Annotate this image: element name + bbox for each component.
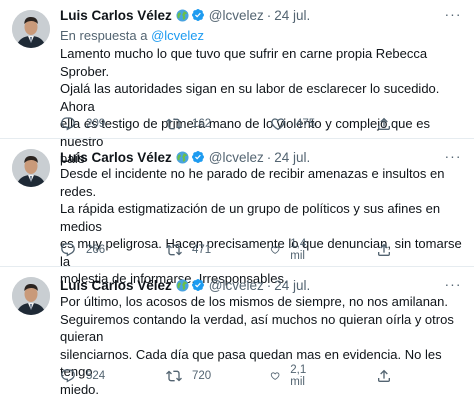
tweet-text-line: Seguiremos contando la verdad, así mucho… [60, 311, 454, 345]
share-button[interactable] [376, 241, 402, 259]
separator-dot: · [266, 150, 272, 165]
tweet-date[interactable]: 24 jul. [274, 150, 310, 165]
retweet-count: 162 [192, 118, 212, 130]
like-icon [270, 372, 280, 380]
more-icon[interactable]: ··· [444, 7, 462, 27]
tweet[interactable]: Luis Carlos Vélez @lcvelez · 24 jul. ··· De… [0, 138, 474, 286]
avatar[interactable] [12, 10, 50, 48]
reply-count: 266 [86, 244, 106, 256]
tweet-text-line: Por último, los acosos de los mismos de … [60, 294, 449, 309]
author-name[interactable]: Luis Carlos Vélez [60, 278, 172, 293]
avatar[interactable] [12, 277, 50, 315]
like-icon [271, 118, 285, 131]
separator-dot: · [266, 8, 272, 23]
reply-icon [61, 369, 75, 383]
retweet-button[interactable]: 471 [166, 241, 211, 259]
share-button[interactable] [376, 115, 402, 133]
share-button[interactable] [376, 367, 402, 385]
reply-icon [61, 117, 75, 131]
like-icon [270, 246, 280, 254]
reply-button[interactable]: 524 [60, 367, 105, 385]
author-handle[interactable]: @lcvelez [209, 150, 264, 165]
retweet-count: 720 [192, 370, 212, 382]
tweet[interactable]: Luis Carlos Vélez @lcvelez · 24 jul. ··· En… [0, 0, 474, 166]
retweet-icon [166, 118, 182, 130]
avatar-photo [12, 149, 50, 187]
separator-dot: · [266, 278, 272, 293]
reply-count: 209 [86, 118, 106, 130]
verified-badge-icon [191, 151, 204, 163]
avatar-photo [12, 277, 50, 315]
reply-prefix: En respuesta a [60, 28, 152, 43]
verified-badge-icon [191, 9, 204, 21]
tweet-header: Luis Carlos Vélez @lcvelez · 24 jul. [60, 7, 310, 25]
avatar[interactable] [12, 149, 50, 187]
tweet-text-line: Ojalá las autoridades sigan en su labor … [60, 81, 440, 114]
retweet-count: 471 [192, 244, 212, 256]
share-icon [378, 243, 390, 256]
like-count: 2,1 mil [290, 364, 307, 388]
tweet[interactable]: Luis Carlos Vélez @lcvelez · 24 jul. ··· Po… [0, 266, 474, 402]
author-handle[interactable]: @lcvelez [209, 8, 264, 23]
reply-icon [61, 243, 75, 257]
tweet-date[interactable]: 24 jul. [274, 278, 310, 293]
tweet-text-line: silenciarnos. Cada día que pasa quedan m… [60, 346, 442, 380]
tweet-text: Por último, los acosos de los mismos de … [60, 293, 464, 398]
like-count: 475 [296, 118, 316, 130]
share-icon [378, 369, 390, 382]
share-icon [378, 117, 390, 130]
globe-emoji-icon [176, 279, 189, 292]
like-count: 1,4 mil [290, 238, 307, 262]
reply-count: 524 [86, 370, 106, 382]
tweet-text-line: La rápida estigmatización de un grupo de… [60, 201, 441, 234]
reply-button[interactable]: 266 [60, 241, 105, 259]
tweet-text-line: Desde el incidente no he parado de recib… [60, 166, 445, 199]
avatar-photo [12, 10, 50, 48]
author-name[interactable]: Luis Carlos Vélez [60, 8, 172, 23]
like-button[interactable]: 1,4 mil [270, 238, 312, 262]
reply-button[interactable]: 209 [60, 115, 105, 133]
tweet-date[interactable]: 24 jul. [274, 8, 310, 23]
retweet-button[interactable]: 720 [166, 367, 211, 385]
author-handle[interactable]: @lcvelez [209, 278, 264, 293]
retweet-icon [166, 244, 182, 256]
reply-context: En respuesta a @lcvelez [60, 27, 204, 44]
verified-badge-icon [191, 279, 204, 291]
author-name[interactable]: Luis Carlos Vélez [60, 150, 172, 165]
globe-emoji-icon [176, 9, 189, 22]
tweet-text-line: es muy peligrosa. Hacen precisamente lo … [60, 236, 462, 269]
retweet-icon [166, 370, 182, 382]
tweet-text-line: Lamento mucho lo que tuvo que sufrir en … [60, 46, 428, 79]
globe-emoji-icon [176, 151, 189, 164]
like-button[interactable]: 2,1 mil [270, 364, 312, 388]
reply-mention-link[interactable]: @lcvelez [151, 28, 204, 43]
like-button[interactable]: 475 [270, 115, 315, 133]
retweet-button[interactable]: 162 [166, 115, 211, 133]
tweet-text-line: miedo. [60, 381, 100, 397]
